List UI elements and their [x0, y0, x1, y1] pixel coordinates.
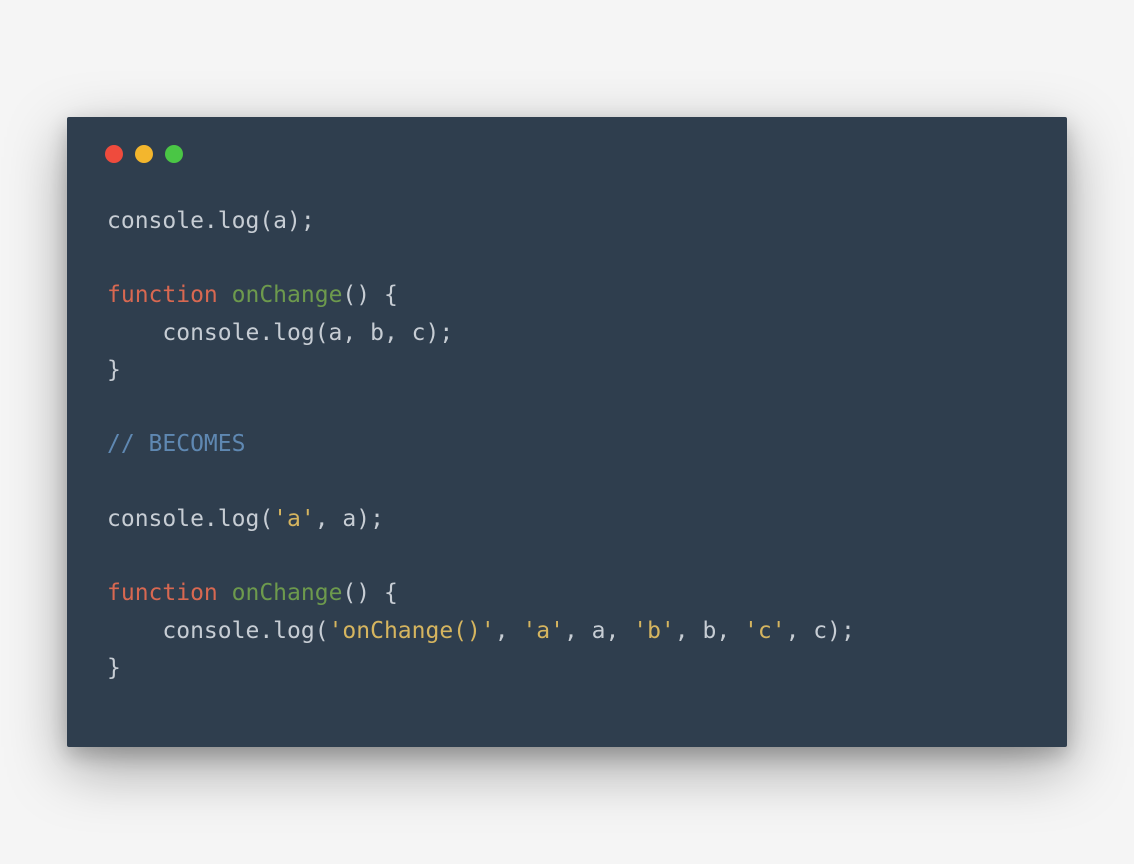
code-line: function onChange() { [107, 575, 1027, 612]
code-token: } [107, 357, 121, 383]
code-token: 'c' [744, 618, 786, 644]
code-line: console.log(a); [107, 203, 1027, 240]
code-line: } [107, 650, 1027, 687]
code-line: console.log('a', a); [107, 501, 1027, 538]
code-content: console.log(a); function onChange() { co… [67, 183, 1067, 687]
window-titlebar [67, 117, 1067, 183]
code-token: 'onChange()' [329, 618, 495, 644]
close-icon[interactable] [105, 145, 123, 163]
code-token: , [495, 618, 523, 644]
code-line: // BECOMES [107, 426, 1027, 463]
code-token: console.log(a, b, c); [107, 320, 453, 346]
code-token [218, 580, 232, 606]
code-token: () { [342, 282, 397, 308]
code-token: } [107, 655, 121, 681]
code-token: function [107, 282, 218, 308]
code-token: function [107, 580, 218, 606]
code-token: onChange [232, 580, 343, 606]
code-token: , c); [786, 618, 855, 644]
code-token: () { [342, 580, 397, 606]
code-token: , a); [315, 506, 384, 532]
code-window: console.log(a); function onChange() { co… [67, 117, 1067, 747]
code-token: // BECOMES [107, 431, 245, 457]
code-line: console.log(a, b, c); [107, 315, 1027, 352]
code-token: onChange [232, 282, 343, 308]
minimize-icon[interactable] [135, 145, 153, 163]
code-token: 'b' [633, 618, 675, 644]
code-line [107, 464, 1027, 501]
code-line [107, 538, 1027, 575]
code-token: , a, [564, 618, 633, 644]
code-line [107, 389, 1027, 426]
code-token: 'a' [273, 506, 315, 532]
maximize-icon[interactable] [165, 145, 183, 163]
code-token: 'a' [522, 618, 564, 644]
code-line: function onChange() { [107, 277, 1027, 314]
code-line: console.log('onChange()', 'a', a, 'b', b… [107, 613, 1027, 650]
code-token: console.log(a); [107, 208, 315, 234]
code-token: , b, [675, 618, 744, 644]
code-token [218, 282, 232, 308]
code-token: console.log( [107, 618, 329, 644]
code-line [107, 240, 1027, 277]
code-token: console.log( [107, 506, 273, 532]
code-line: } [107, 352, 1027, 389]
